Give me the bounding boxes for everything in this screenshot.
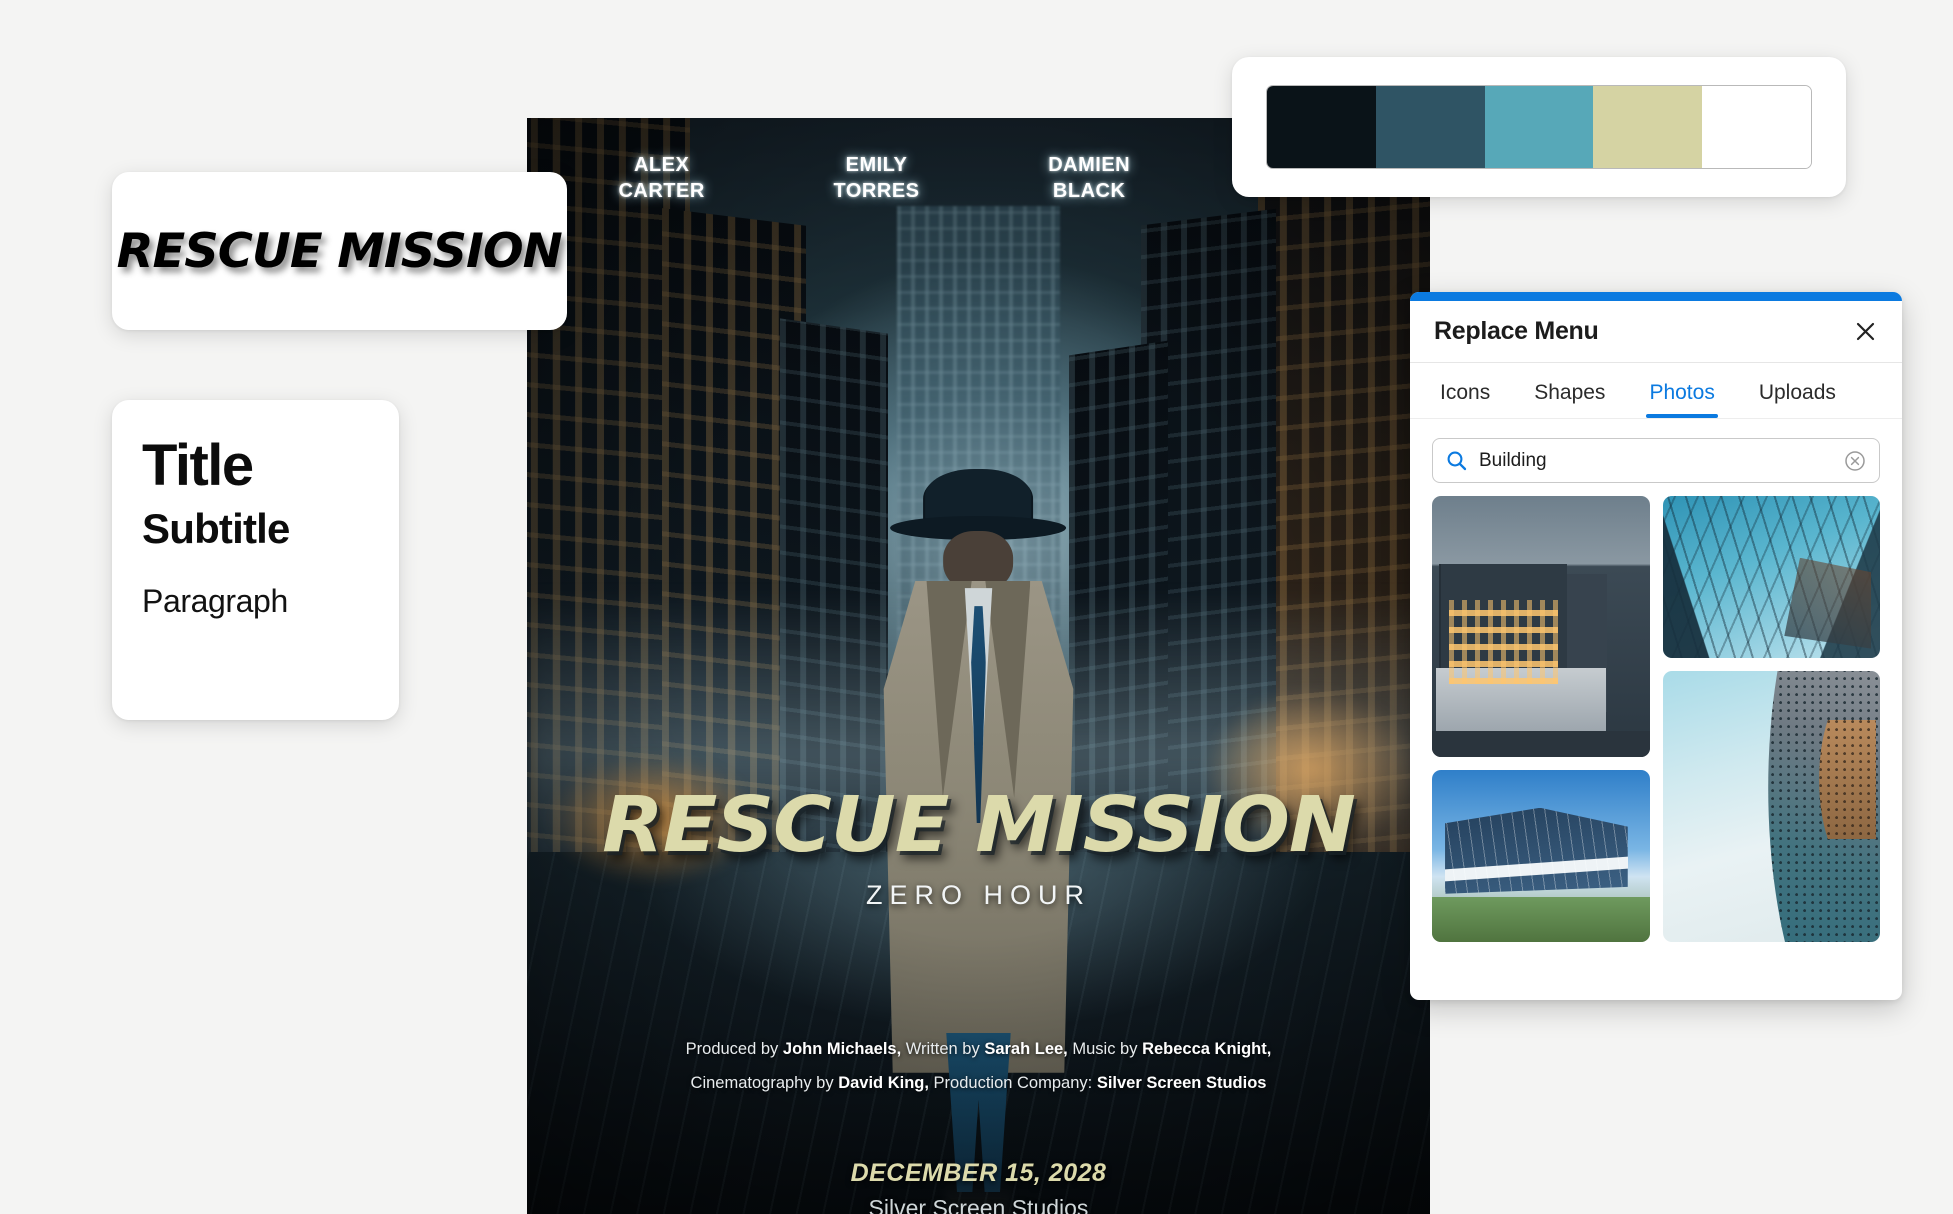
search-icon <box>1447 451 1467 471</box>
color-swatch[interactable] <box>1484 86 1594 168</box>
photo-column-left <box>1432 496 1650 942</box>
replace-menu-panel[interactable]: Replace Menu Icons Shapes Photos Uploads… <box>1410 292 1902 1000</box>
cast-name: DAMIEN BLACK <box>1048 154 1131 202</box>
credits-line-1: Produced by John Michaels, Written by Sa… <box>685 1040 1272 1059</box>
type-sample-subtitle: Subtitle <box>142 504 290 552</box>
credits-line-2: Cinematography by David King, Production… <box>690 1073 1267 1092</box>
color-swatch[interactable] <box>1375 86 1485 168</box>
poster-title-block: RESCUE MISSION ZERO HOUR <box>527 781 1430 911</box>
color-swatch[interactable] <box>1593 86 1703 168</box>
photo-thumbnail[interactable] <box>1662 496 1880 659</box>
search-area: Building <box>1410 419 1902 496</box>
type-sample-title: Title <box>142 433 254 498</box>
cast-name: ALEX CARTER <box>618 154 705 202</box>
release-date: DECEMBER 15, 2028 <box>850 1159 1107 1188</box>
logo-text: RESCUE MISSION <box>116 223 563 279</box>
poster-subtitle: ZERO HOUR <box>866 880 1091 911</box>
photo-results-grid <box>1410 496 1902 942</box>
search-value: Building <box>1479 449 1547 471</box>
poster-main-title: RESCUE MISSION <box>602 781 1356 871</box>
panel-accent-bar <box>1410 292 1902 301</box>
tab-icons[interactable]: Icons <box>1440 381 1490 418</box>
studio-name: Silver Screen Studios <box>868 1195 1089 1214</box>
tab-photos[interactable]: Photos <box>1646 381 1719 418</box>
logo-preview-card[interactable]: RESCUE MISSION <box>112 172 567 330</box>
type-sample-paragraph: Paragraph <box>142 582 288 619</box>
color-palette-card[interactable] <box>1232 57 1846 197</box>
movie-poster-design[interactable]: ALEX CARTER EMILY TORRES DAMIEN BLACK HA… <box>527 118 1430 1214</box>
photo-thumbnail[interactable] <box>1432 769 1650 942</box>
panel-tabs: Icons Shapes Photos Uploads <box>1410 363 1902 419</box>
swatch-bar <box>1266 85 1812 169</box>
canvas-stage: ALEX CARTER EMILY TORRES DAMIEN BLACK HA… <box>0 0 1953 1214</box>
color-swatch[interactable] <box>1267 86 1376 168</box>
panel-header: Replace Menu <box>1410 301 1902 363</box>
search-input[interactable]: Building <box>1432 438 1880 483</box>
photo-thumbnail[interactable] <box>1432 496 1650 757</box>
photo-column-right <box>1662 496 1880 942</box>
release-block: DECEMBER 15, 2028 Silver Screen Studios <box>527 1159 1430 1214</box>
close-icon[interactable] <box>1850 317 1880 347</box>
clear-circle-icon[interactable] <box>1844 450 1866 472</box>
panel-title: Replace Menu <box>1434 317 1599 345</box>
cast-name: EMILY TORRES <box>833 154 920 202</box>
color-swatch[interactable] <box>1702 86 1811 168</box>
typography-preview-card[interactable]: Title Subtitle Paragraph <box>112 400 399 720</box>
poster-credits: Produced by John Michaels, Written by Sa… <box>527 1033 1430 1101</box>
tab-shapes[interactable]: Shapes <box>1534 381 1605 418</box>
photo-thumbnail[interactable] <box>1662 671 1880 942</box>
tab-uploads[interactable]: Uploads <box>1759 381 1836 418</box>
